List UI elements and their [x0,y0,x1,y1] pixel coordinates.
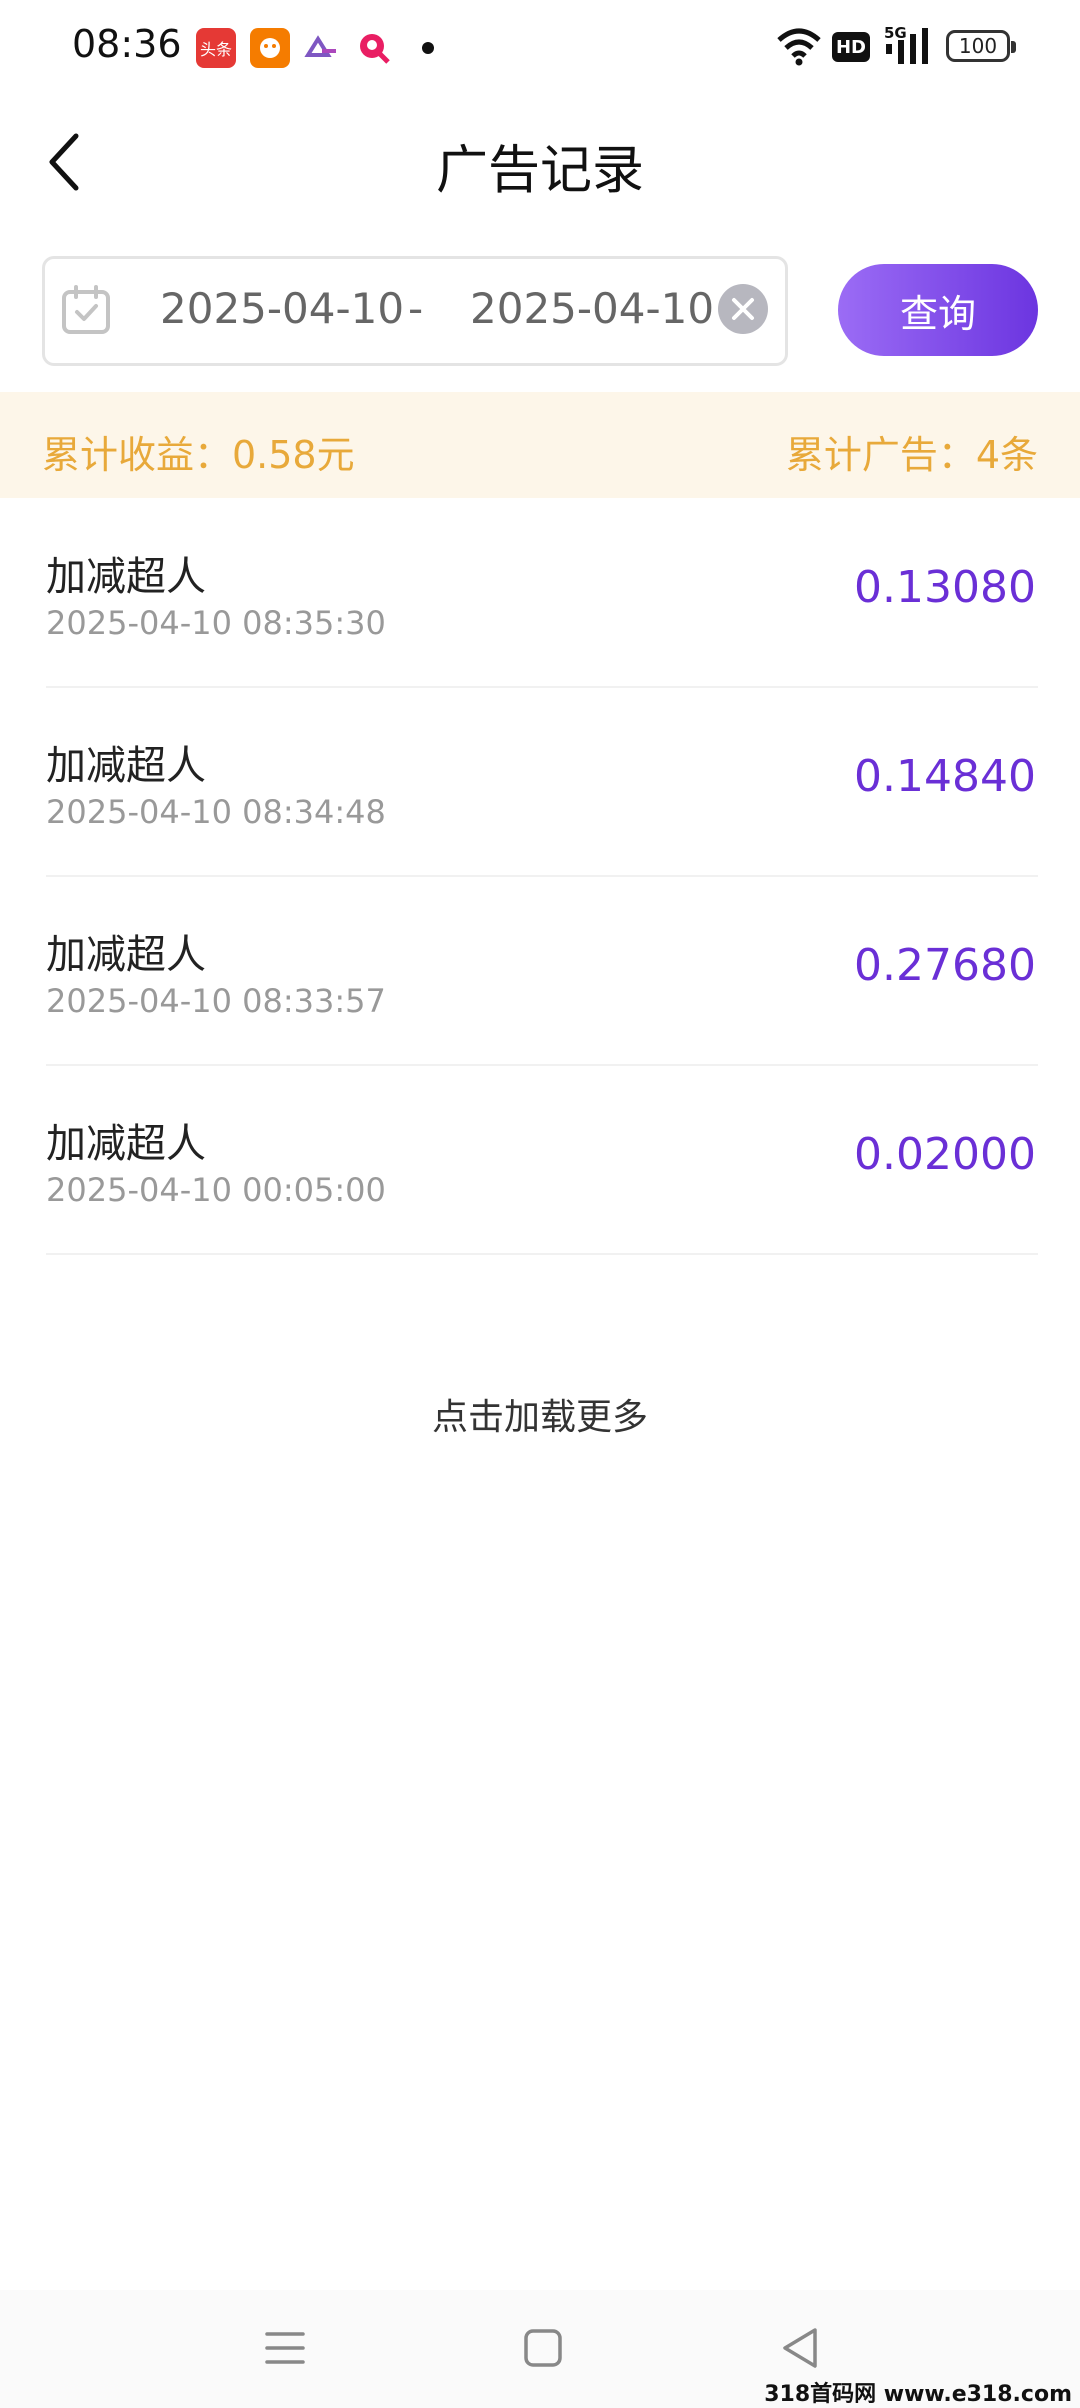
red-search-app-icon [354,28,394,68]
menu-nav-button[interactable] [255,2318,315,2378]
network-type-label: 5G [884,24,907,42]
triangle-back-icon [783,2328,817,2368]
battery-icon: 100 [946,30,1016,62]
status-time: 08:36 [72,22,182,66]
end-date[interactable]: 2025-04-10 [470,284,714,333]
purple-app-icon [302,28,342,68]
record-row[interactable]: 加减超人 2025-04-10 08:33:57 0.27680 [46,878,1038,1066]
record-title: 加减超人 [46,932,206,978]
record-title: 加减超人 [46,554,206,600]
home-square-icon [524,2329,562,2367]
orange-app-icon [250,28,290,68]
record-title: 加减超人 [46,743,206,789]
hd-badge: HD [832,32,870,62]
record-row[interactable]: 加减超人 2025-04-10 08:34:48 0.14840 [46,689,1038,877]
battery-level: 100 [958,34,998,58]
start-date[interactable]: 2025-04-10 [160,284,404,333]
wifi-icon [776,26,822,70]
query-button[interactable]: 查询 [838,264,1038,356]
date-separator: - [408,284,424,333]
record-row[interactable]: 加减超人 2025-04-10 08:35:30 0.13080 [46,500,1038,688]
record-time: 2025-04-10 08:34:48 [46,793,386,831]
toutiao-app-icon: 头条 [196,28,236,68]
total-ad-count: 累计广告：4条 [785,433,1038,477]
home-nav-button[interactable] [513,2318,573,2378]
page-title: 广告记录 [435,141,644,201]
record-row[interactable]: 加减超人 2025-04-10 00:05:00 0.02000 [46,1067,1038,1255]
record-time: 2025-04-10 08:35:30 [46,604,386,642]
more-notifications-dot [422,42,434,54]
clear-date-button[interactable] [718,284,768,334]
load-more-button[interactable]: 点击加载更多 [0,1388,1080,1440]
record-amount: 0.13080 [854,562,1036,613]
total-earnings: 累计收益：0.58元 [42,433,355,477]
record-amount: 0.02000 [854,1129,1036,1180]
back-nav-button[interactable] [771,2318,831,2378]
watermark: 318首码网 www.e318.com [764,2382,1072,2407]
status-bar: 08:36 头条 HD 5G 100 [0,0,1080,96]
record-title: 加减超人 [46,1121,206,1167]
calendar-icon[interactable] [60,284,112,336]
record-amount: 0.27680 [854,940,1036,991]
menu-icon [265,2332,305,2364]
record-time: 2025-04-10 00:05:00 [46,1171,386,1209]
record-amount: 0.14840 [854,751,1036,802]
close-icon [732,298,754,320]
record-time: 2025-04-10 08:33:57 [46,982,386,1020]
signal-icon: 5G [884,24,940,70]
